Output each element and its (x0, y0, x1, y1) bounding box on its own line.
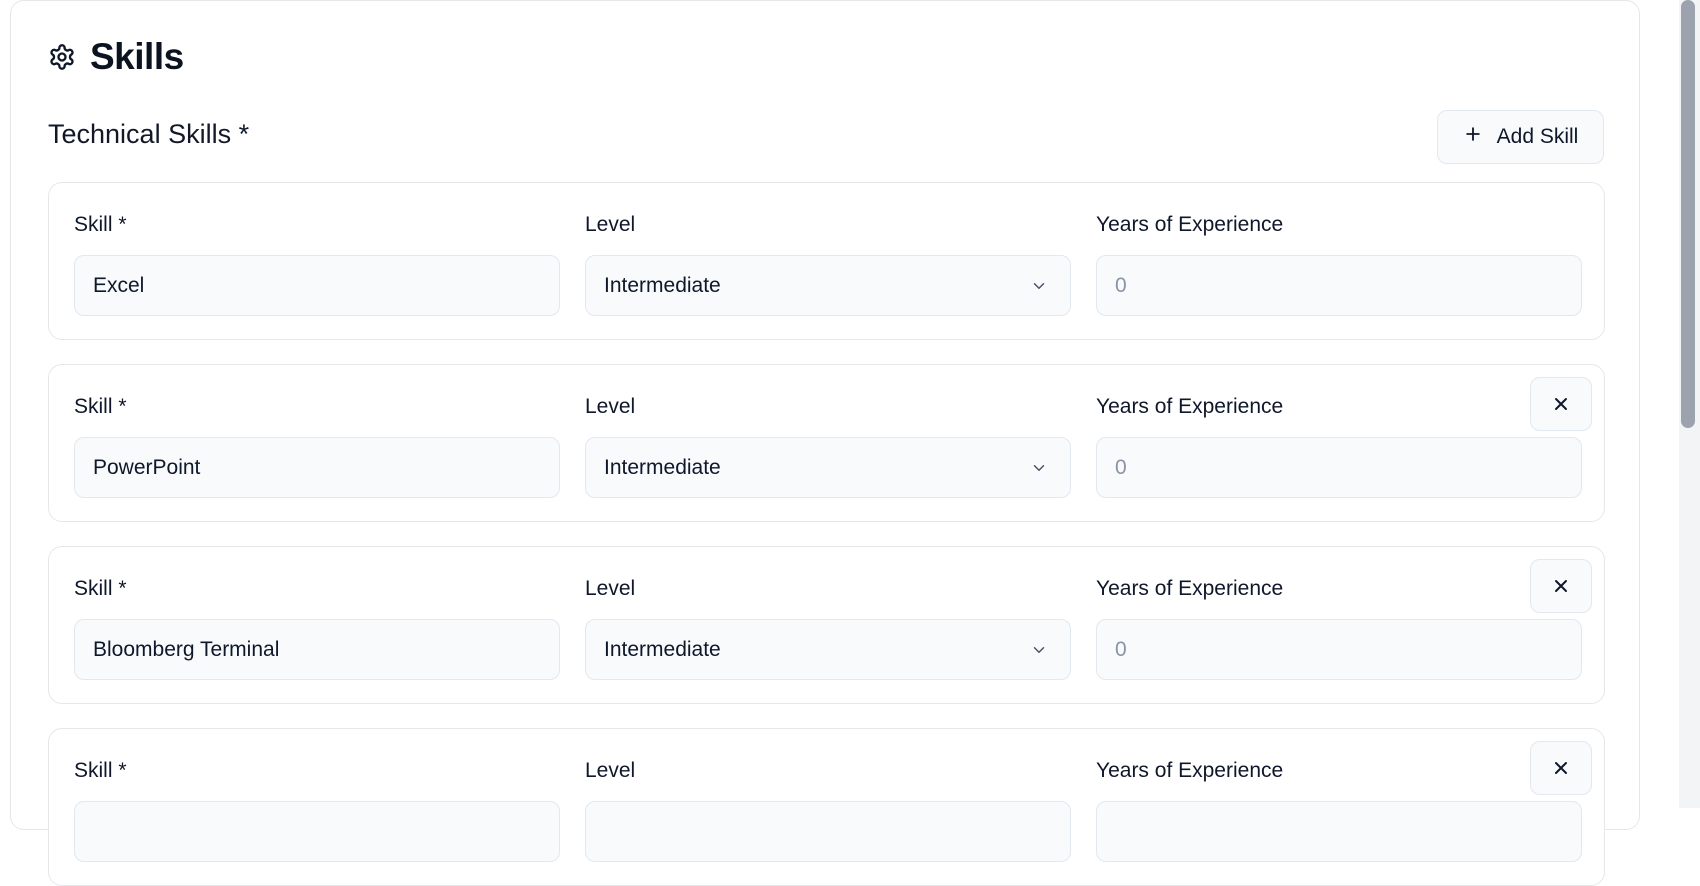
level-select[interactable] (585, 801, 1071, 862)
level-label: Level (585, 759, 636, 782)
skill-label: Skill * (74, 759, 127, 782)
skill-input[interactable]: PowerPoint (74, 437, 560, 498)
skills-panel: Skills Technical Skills * Add Skill Skil… (10, 0, 1640, 886)
skill-card: Skill * Level Years of Experience Excel … (48, 182, 1605, 340)
page-title: Skills (90, 36, 184, 77)
skill-card: Skill * Level Years of Experience PowerP… (48, 364, 1605, 522)
level-select-value: Intermediate (604, 455, 721, 479)
level-label: Level (585, 577, 636, 600)
technical-skills-heading: Technical Skills * (48, 119, 250, 149)
close-icon (1555, 762, 1567, 774)
skill-input-value: Excel (93, 273, 145, 297)
remove-skill-button[interactable] (1530, 559, 1592, 613)
level-select-value: Intermediate (604, 273, 721, 297)
close-icon (1555, 398, 1567, 410)
close-icon (1555, 580, 1567, 592)
chevron-down-icon (1033, 646, 1045, 653)
years-input[interactable] (1096, 801, 1582, 862)
skill-input[interactable]: Excel (74, 255, 560, 316)
years-label: Years of Experience (1096, 213, 1284, 236)
skill-label: Skill * (74, 213, 127, 236)
years-label: Years of Experience (1096, 759, 1284, 782)
years-input-placeholder: 0 (1115, 455, 1127, 479)
skill-input-value: PowerPoint (93, 455, 201, 479)
skill-label: Skill * (74, 395, 127, 418)
skill-card: Skill * Level Years of Experience Bloomb… (48, 546, 1605, 704)
chevron-down-icon (1033, 282, 1045, 289)
gear-icon (48, 43, 76, 71)
years-label: Years of Experience (1096, 577, 1284, 600)
level-label: Level (585, 395, 636, 418)
remove-skill-button[interactable] (1530, 741, 1592, 795)
level-select[interactable]: Intermediate (585, 619, 1071, 680)
skill-card: Skill * Level Years of Experience (48, 728, 1605, 886)
level-select-value: Intermediate (604, 637, 721, 661)
skill-label: Skill * (74, 577, 127, 600)
plus-icon (1463, 124, 1483, 150)
years-input[interactable]: 0 (1096, 437, 1582, 498)
chevron-down-icon (1033, 464, 1045, 471)
level-label: Level (585, 213, 636, 236)
level-select[interactable]: Intermediate (585, 437, 1071, 498)
scrollbar-thumb[interactable] (1681, 0, 1695, 428)
add-skill-button[interactable]: Add Skill (1437, 110, 1604, 164)
years-label: Years of Experience (1096, 395, 1284, 418)
section-header: Skills (48, 33, 184, 81)
add-skill-label: Add Skill (1496, 125, 1579, 148)
years-input[interactable]: 0 (1096, 619, 1582, 680)
years-input[interactable]: 0 (1096, 255, 1582, 316)
level-select[interactable]: Intermediate (585, 255, 1071, 316)
years-input-placeholder: 0 (1115, 273, 1127, 297)
skill-input[interactable] (74, 801, 560, 862)
remove-skill-button[interactable] (1530, 377, 1592, 431)
years-input-placeholder: 0 (1115, 637, 1127, 661)
skill-input-value: Bloomberg Terminal (93, 637, 280, 661)
skill-input[interactable]: Bloomberg Terminal (74, 619, 560, 680)
